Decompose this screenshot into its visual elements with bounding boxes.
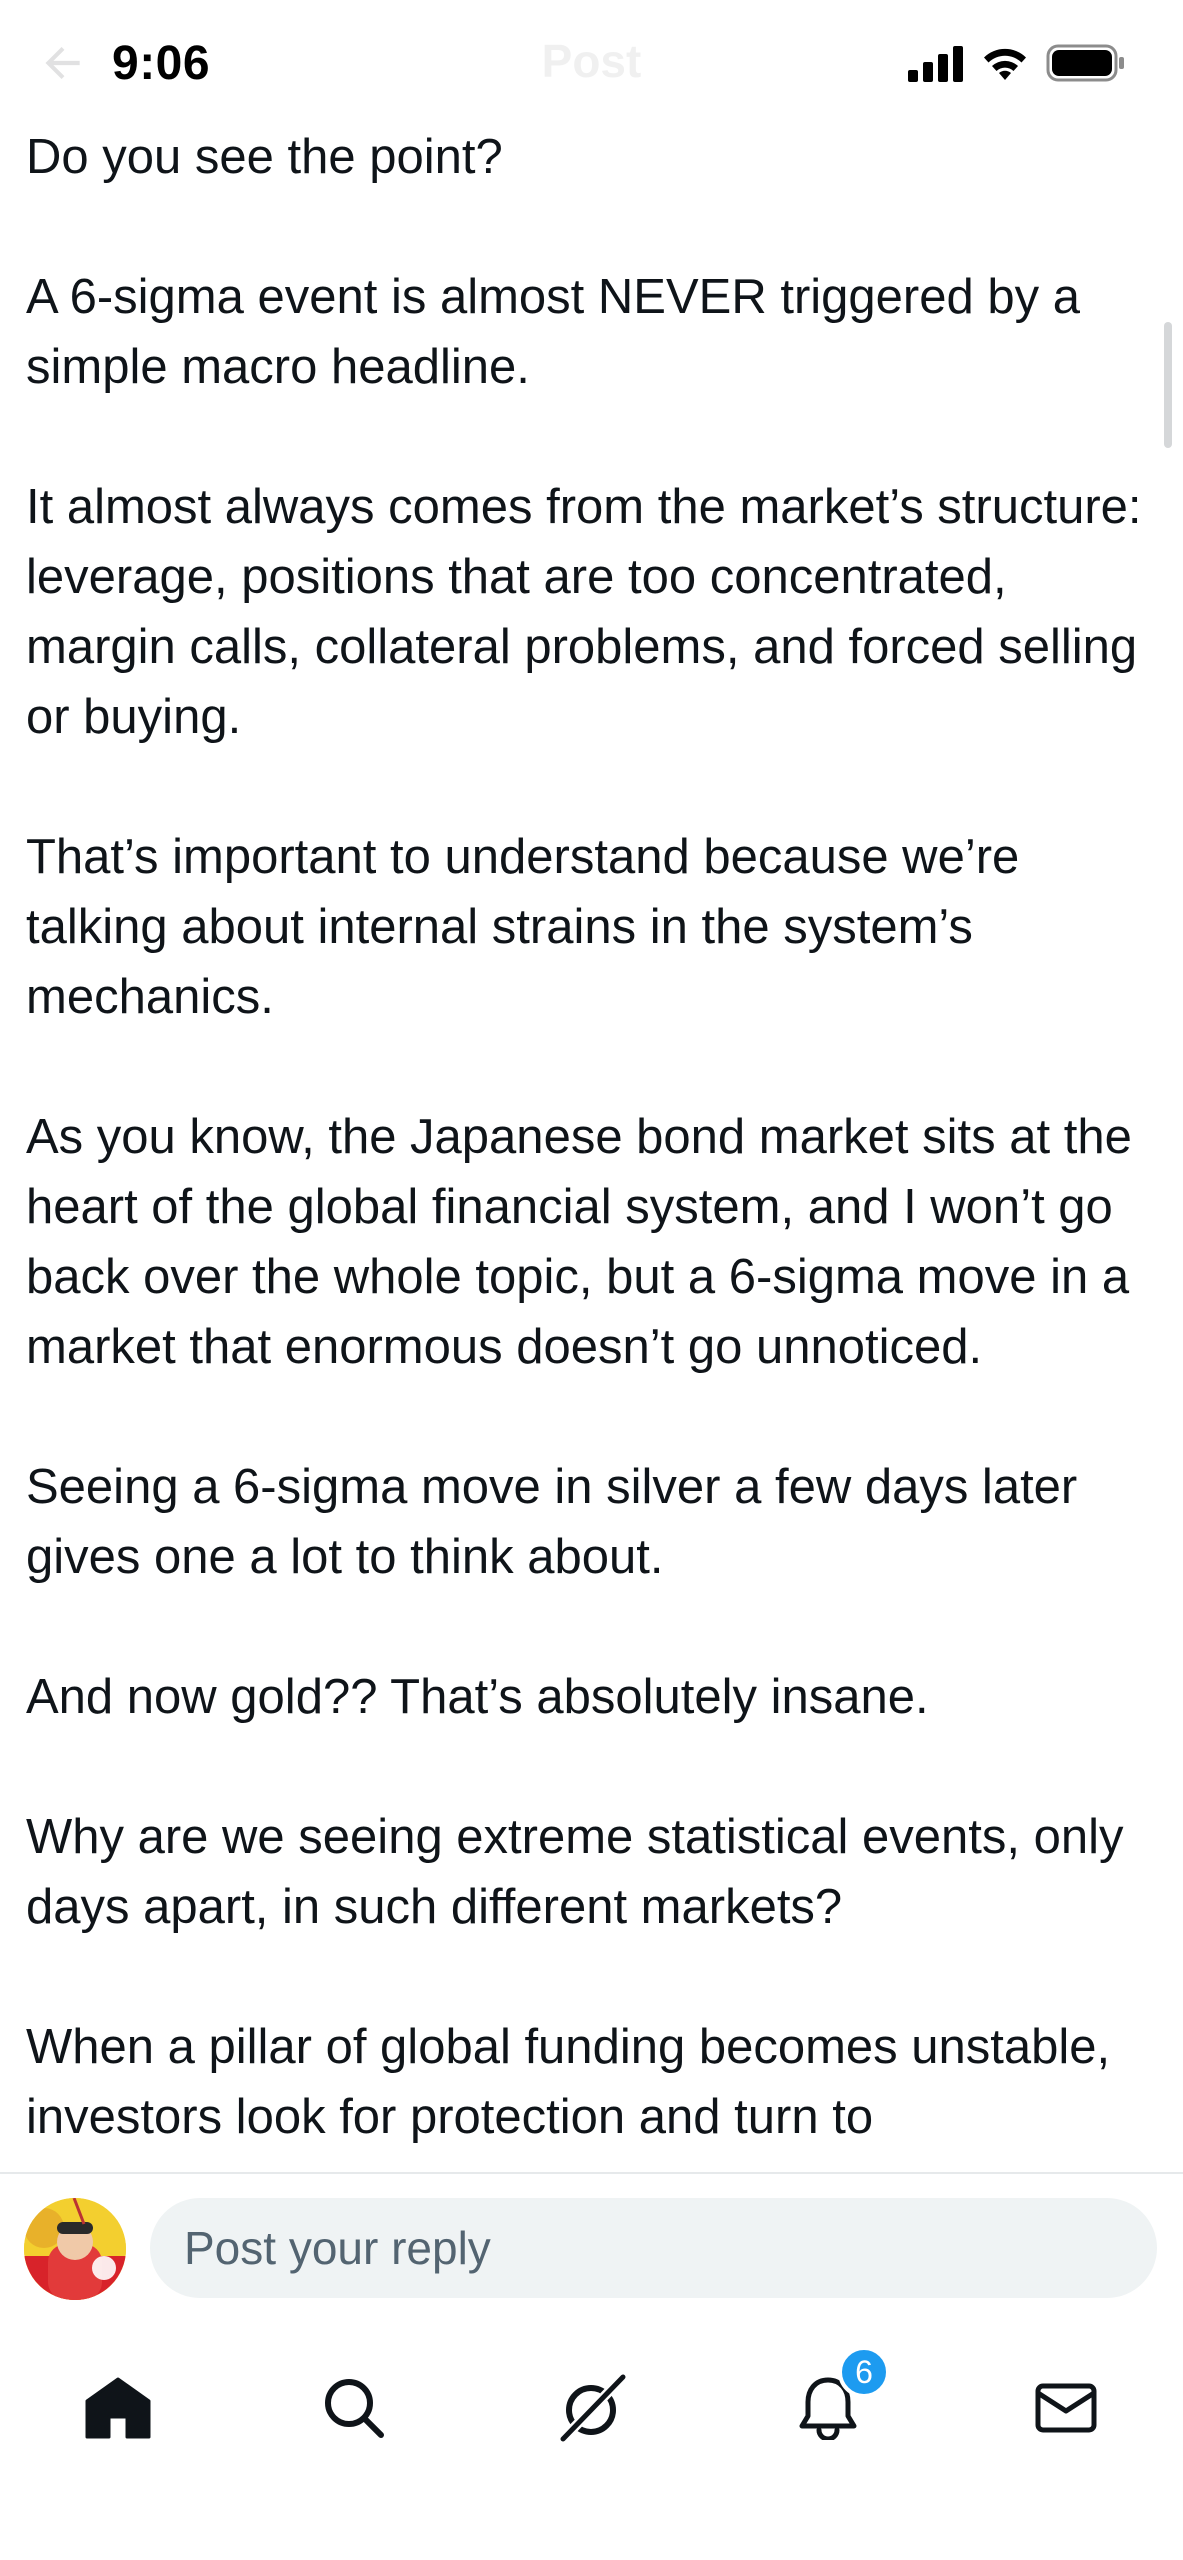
nav-home-tab[interactable]: [68, 2358, 168, 2458]
reply-composer: Post your reply: [0, 2172, 1183, 2330]
screen: Do you see the point? A 6-sigma event is…: [0, 0, 1183, 2560]
mail-icon: [1035, 2383, 1097, 2433]
search-icon: [325, 2379, 384, 2438]
post-paragraph: It almost always comes from the market’s…: [26, 480, 1142, 744]
post-paragraph: Do you see the point?: [26, 130, 503, 184]
post-paragraph: When a pillar of global funding becomes …: [26, 2020, 1111, 2144]
post-paragraph: And now gold?? That’s absolutely insane.: [26, 1670, 929, 1724]
post-paragraph: As you know, the Japanese bond market si…: [26, 1110, 1132, 1374]
bottom-nav: 6: [0, 2328, 1183, 2560]
grok-icon: [559, 2373, 627, 2443]
reply-input[interactable]: Post your reply: [150, 2198, 1157, 2298]
nav-grok-tab[interactable]: [542, 2358, 642, 2458]
notification-count-badge: 6: [838, 2346, 890, 2398]
post-body: Do you see the point? A 6-sigma event is…: [26, 122, 1146, 2172]
post-paragraph: That’s important to understand because w…: [26, 830, 1020, 1024]
scroll-indicator[interactable]: [1164, 322, 1172, 448]
post-paragraph: Why are we seeing extreme statistical ev…: [26, 1810, 1124, 1934]
home-icon: [85, 2377, 151, 2439]
nav-search-tab[interactable]: [304, 2358, 404, 2458]
wifi-icon: [980, 42, 1030, 87]
battery-icon: [1046, 44, 1126, 87]
cellular-signal-icon: [908, 46, 966, 87]
avatar[interactable]: [24, 2198, 126, 2300]
nav-messages-tab[interactable]: [1016, 2358, 1116, 2458]
status-bar: 9:06 Post: [0, 0, 1183, 128]
post-paragraph: Seeing a 6-sigma move in silver a few da…: [26, 1460, 1078, 1584]
post-paragraph: A 6-sigma event is almost NEVER triggere…: [26, 270, 1080, 394]
